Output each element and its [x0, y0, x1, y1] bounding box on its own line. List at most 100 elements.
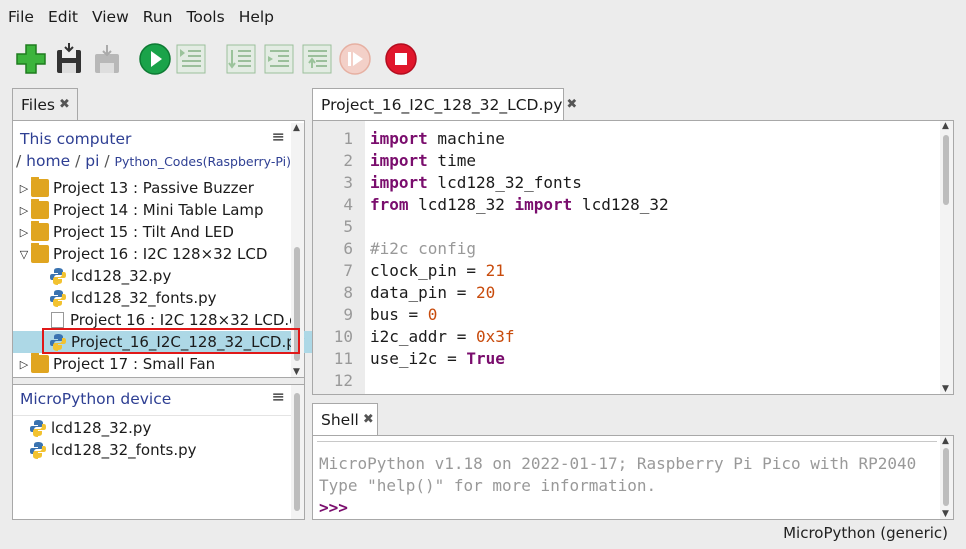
line-number: 12 [333, 371, 353, 390]
code-token: 0x3f [475, 327, 515, 346]
line-number: 7 [343, 261, 353, 280]
line-number: 1 [343, 129, 353, 148]
menu-tools[interactable]: Tools [179, 0, 231, 34]
close-icon[interactable]: ✖ [363, 412, 374, 427]
shell-scrollbar[interactable]: ▲ ▼ [940, 436, 953, 519]
tree-item-project-17[interactable]: ▷ Project 17 : Small Fan [13, 353, 291, 375]
shell-banner: MicroPython v1.18 on 2022-01-17; Raspber… [319, 454, 917, 473]
code-token: True [466, 349, 505, 368]
toolbar [12, 40, 432, 80]
path-folder[interactable]: Python_Codes(Raspberry-Pi) [115, 154, 291, 169]
menu-edit[interactable]: Edit [40, 0, 84, 34]
step-into-icon[interactable] [262, 42, 296, 76]
tab-files[interactable]: Files ✖ [12, 88, 78, 120]
menu-view[interactable]: View [84, 0, 135, 34]
scroll-up-icon[interactable]: ▲ [293, 123, 300, 133]
code-line[interactable]: i2c_addr = 0x3f [370, 327, 515, 346]
resume-icon[interactable] [338, 42, 372, 76]
micropython-device-menu-icon[interactable]: ≡ [272, 387, 285, 406]
scroll-up-icon[interactable]: ▲ [942, 121, 949, 131]
shell-scroll-thumb[interactable] [943, 448, 949, 506]
scroll-up-icon[interactable]: ▲ [942, 436, 949, 446]
tree-item-label: Project 13 : Passive Buzzer [53, 179, 254, 197]
path-pi[interactable]: pi [85, 152, 99, 170]
tree-item-lcd128-32-fonts[interactable]: lcd128_32_fonts.py [13, 287, 327, 309]
tree-item-project-16[interactable]: ▽ Project 16 : I2C 128×32 LCD [13, 243, 291, 265]
editor-scroll-thumb[interactable] [943, 135, 949, 205]
folder-icon [31, 353, 49, 373]
line-number: 6 [343, 239, 353, 258]
close-icon[interactable]: ✖ [59, 97, 70, 112]
scroll-down-icon[interactable]: ▼ [942, 384, 949, 394]
scroll-down-icon[interactable]: ▼ [942, 509, 949, 519]
code-line[interactable]: clock_pin = 21 [370, 261, 505, 280]
shell-prompt[interactable]: >>> [319, 498, 348, 517]
code-token: import [370, 129, 428, 148]
code-token: import [514, 195, 573, 214]
code-line[interactable]: import time [370, 151, 476, 170]
expander-icon[interactable]: ▷ [17, 204, 31, 217]
this-computer-title: This computer [20, 130, 132, 148]
code-token: import [370, 173, 428, 192]
menu-run[interactable]: Run [135, 0, 179, 34]
code-line[interactable]: import lcd128_32_fonts [370, 173, 582, 192]
files-panel: This computer ≡ / home / pi / Python_Cod… [12, 120, 327, 520]
expander-icon[interactable]: ▷ [17, 358, 31, 371]
code-token: bus = [370, 305, 428, 324]
device-scroll-thumb[interactable] [294, 393, 300, 511]
code-line[interactable]: from lcd128_32 import lcd128_32 [370, 195, 669, 214]
breadcrumb: / home / pi / Python_Codes(Raspberry-Pi) [16, 152, 291, 170]
code-token: lcd128_32 [408, 195, 515, 214]
folder-icon [31, 177, 49, 197]
expander-icon[interactable]: ▷ [17, 226, 31, 239]
this-computer-menu-icon[interactable]: ≡ [272, 127, 285, 146]
micropython-device-title: MicroPython device [20, 390, 172, 408]
code-line[interactable]: #i2c config [370, 239, 476, 258]
code-editor[interactable]: 1 import machine 2 import time 3 import lcd12… [312, 120, 954, 395]
device-scrollbar[interactable] [291, 385, 304, 519]
load-icon[interactable] [90, 42, 124, 76]
code-line[interactable]: use_i2c = True [370, 349, 505, 368]
code-line[interactable]: bus = 0 [370, 305, 437, 324]
path-sep: / [75, 152, 81, 170]
expander-icon[interactable]: ▽ [17, 248, 31, 261]
shell-separator [317, 441, 937, 442]
step-over-icon[interactable] [224, 42, 258, 76]
save-icon[interactable] [52, 42, 86, 76]
tree-item-project-14[interactable]: ▷ Project 14 : Mini Table Lamp [13, 199, 291, 221]
device-item-lcd128-32[interactable]: lcd128_32.py [13, 417, 307, 439]
python-file-icon [30, 420, 46, 437]
python-file-icon [30, 442, 46, 459]
run-icon[interactable] [138, 42, 172, 76]
code-token: import [370, 151, 428, 170]
tab-editor-file[interactable]: Project_16_I2C_128_32_LCD.py ✖ [312, 88, 577, 120]
scroll-down-icon[interactable]: ▼ [293, 367, 300, 377]
code-line[interactable]: data_pin = 20 [370, 283, 495, 302]
device-item-lcd128-32-fonts[interactable]: lcd128_32_fonts.py [13, 439, 307, 461]
tab-shell[interactable]: Shell ✖ [312, 403, 378, 435]
code-token: lcd128_32_fonts [427, 173, 582, 192]
code-token: lcd128_32 [572, 195, 669, 214]
panel-splitter[interactable] [13, 377, 304, 385]
divider [13, 415, 291, 416]
shell-console[interactable]: MicroPython v1.18 on 2022-01-17; Raspber… [312, 435, 954, 520]
step-out-icon[interactable] [300, 42, 334, 76]
menu-bar: File Edit View Run Tools Help [0, 0, 966, 34]
code-line[interactable]: import machine [370, 129, 505, 148]
close-icon[interactable]: ✖ [566, 97, 577, 112]
new-file-icon[interactable] [14, 42, 48, 76]
interpreter-status[interactable]: MicroPython (generic) [783, 524, 948, 542]
tree-item-project-13[interactable]: ▷ Project 13 : Passive Buzzer [13, 177, 291, 199]
debug-icon[interactable] [174, 42, 208, 76]
folder-icon [31, 243, 49, 263]
path-home[interactable]: home [26, 152, 70, 170]
tree-item-project-15[interactable]: ▷ Project 15 : Tilt And LED [13, 221, 291, 243]
editor-scrollbar[interactable]: ▲ ▼ [940, 121, 953, 394]
expander-icon[interactable]: ▷ [17, 182, 31, 195]
stop-icon[interactable] [384, 42, 418, 76]
tree-item-lcd128-32[interactable]: lcd128_32.py [13, 265, 327, 287]
text-file-icon [51, 312, 64, 328]
menu-file[interactable]: File [0, 0, 40, 34]
menu-help[interactable]: Help [231, 0, 280, 34]
tree-item-label: lcd128_32_fonts.py [51, 441, 197, 459]
